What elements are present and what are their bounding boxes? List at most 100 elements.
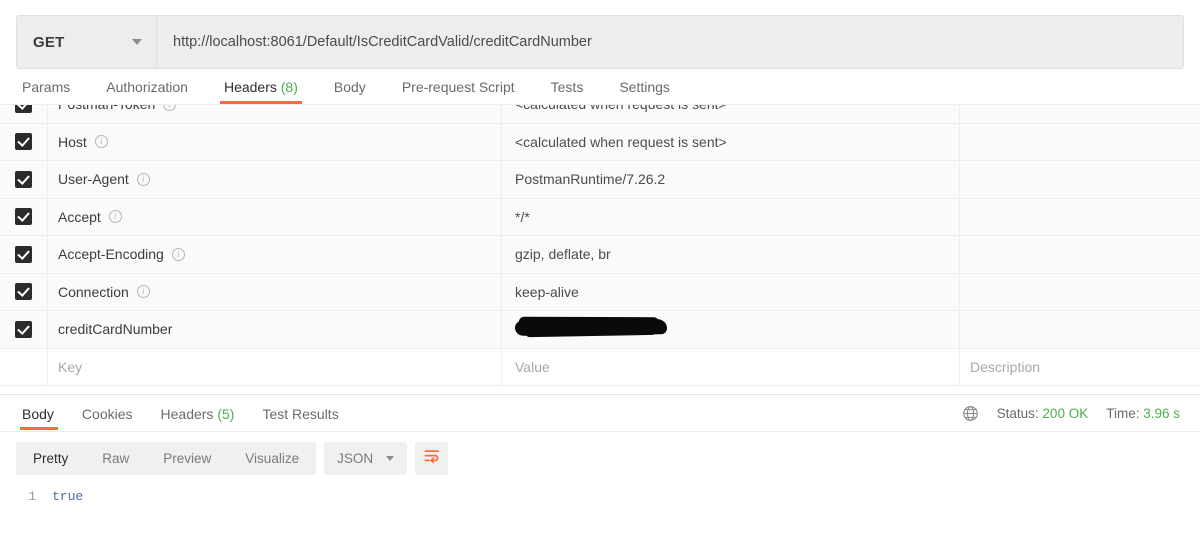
tab-tests-label: Tests [550, 79, 584, 95]
tab-params-label: Params [22, 79, 71, 95]
header-description-cell[interactable] [960, 274, 1200, 311]
checkbox-checked-icon [15, 170, 32, 188]
time-label: Time: [1106, 405, 1140, 421]
response-tabs: Body Cookies Headers (5) Test Results St… [0, 394, 1200, 432]
header-value-cell[interactable]: gzip, deflate, br [502, 236, 960, 273]
chevron-down-icon [132, 39, 142, 45]
table-row[interactable]: Accept i */* [0, 198, 1200, 236]
header-value-cell[interactable]: <calculated when request is sent> [502, 104, 960, 123]
tab-tests[interactable]: Tests [533, 79, 602, 104]
table-row[interactable]: creditCardNumber [0, 311, 1200, 349]
table-row[interactable]: Host i <calculated when request is sent> [0, 123, 1200, 161]
checkbox-checked-icon [15, 283, 32, 301]
response-tab-headers-count: (5) [217, 405, 235, 422]
view-raw-button[interactable]: Raw [85, 442, 146, 475]
response-body-content: true [52, 489, 84, 504]
key-column-placeholder: Key [58, 358, 83, 375]
new-header-value-input[interactable]: Value [502, 348, 960, 385]
tab-pre-request-script-label: Pre-request Script [401, 79, 515, 95]
response-tab-cookies-label: Cookies [81, 405, 133, 422]
response-tab-headers-label: Headers [160, 405, 214, 422]
response-tab-body[interactable]: Body [16, 397, 68, 430]
globe-icon[interactable] [962, 405, 979, 422]
headers-table-scroll-area[interactable]: Postman-Token i <calculated when request… [0, 104, 1200, 386]
header-key-cell[interactable]: Connection i [48, 273, 502, 310]
response-body-toolbar: Pretty Raw Preview Visualize JSON [0, 432, 1200, 475]
value-column-placeholder: Value [515, 358, 550, 375]
tab-params[interactable]: Params [16, 79, 88, 104]
checkbox-checked-icon [15, 133, 32, 151]
info-icon[interactable]: i [171, 247, 185, 261]
table-row[interactable]: Connection i keep-alive [0, 273, 1200, 311]
tab-body[interactable]: Body [316, 79, 384, 104]
header-description-cell[interactable] [960, 199, 1200, 236]
row-enabled-checkbox[interactable] [0, 161, 48, 198]
header-key-cell[interactable]: User-Agent i [48, 161, 502, 198]
response-tab-cookies[interactable]: Cookies [68, 397, 147, 430]
request-url-input[interactable]: http://localhost:8061/Default/IsCreditCa… [156, 15, 1184, 69]
header-key-cell[interactable]: creditCardNumber [48, 311, 502, 348]
header-key-cell[interactable]: Accept i [48, 198, 502, 235]
header-value-cell[interactable] [502, 311, 960, 348]
tab-headers[interactable]: Headers (8) [206, 79, 316, 104]
checkbox-checked-icon [15, 320, 32, 338]
header-value-cell[interactable]: PostmanRuntime/7.26.2 [502, 161, 960, 198]
view-preview-button[interactable]: Preview [146, 442, 228, 475]
header-description-cell[interactable] [960, 236, 1200, 273]
row-enabled-checkbox-placeholder[interactable] [0, 348, 48, 385]
table-row-new-entry[interactable]: Key Value Description [0, 348, 1200, 386]
info-icon[interactable]: i [108, 210, 122, 224]
info-icon[interactable]: i [94, 135, 108, 149]
row-enabled-checkbox[interactable] [0, 123, 48, 160]
header-value-cell[interactable]: */* [502, 198, 960, 235]
response-format-label: JSON [337, 451, 374, 466]
new-header-description-input[interactable]: Description [960, 349, 1200, 386]
response-tab-test-results-label: Test Results [262, 405, 339, 422]
word-wrap-toggle-button[interactable] [415, 442, 449, 475]
header-value-text: PostmanRuntime/7.26.2 [515, 171, 666, 188]
row-enabled-checkbox[interactable] [0, 273, 48, 310]
http-method-label: GET [33, 33, 65, 51]
tab-pre-request-script[interactable]: Pre-request Script [384, 79, 533, 104]
row-enabled-checkbox[interactable] [0, 105, 48, 123]
header-key-text: Host [58, 133, 87, 150]
header-value-cell[interactable]: <calculated when request is sent> [502, 123, 960, 160]
time-value: 3.96 s [1143, 405, 1180, 421]
row-enabled-checkbox[interactable] [0, 236, 48, 273]
table-row[interactable]: User-Agent i PostmanRuntime/7.26.2 [0, 161, 1200, 199]
tab-authorization[interactable]: Authorization [88, 79, 206, 104]
response-tab-test-results[interactable]: Test Results [248, 397, 352, 430]
info-icon[interactable]: i [163, 105, 177, 111]
request-tabs: Params Authorization Headers (8) Body Pr… [0, 70, 1200, 104]
status-badge: 200 OK [1042, 405, 1089, 421]
header-key-cell[interactable]: Host i [48, 123, 502, 160]
header-description-cell[interactable] [960, 161, 1200, 198]
row-enabled-checkbox[interactable] [0, 198, 48, 235]
new-header-key-input[interactable]: Key [48, 348, 502, 385]
table-row[interactable]: Accept-Encoding i gzip, deflate, br [0, 236, 1200, 274]
header-key-text: User-Agent [58, 171, 129, 188]
header-value-text: <calculated when request is sent> [515, 104, 727, 113]
header-description-cell[interactable] [960, 311, 1200, 348]
tab-authorization-label: Authorization [106, 79, 188, 95]
header-description-cell[interactable] [960, 124, 1200, 161]
info-icon[interactable]: i [136, 172, 150, 186]
header-key-cell[interactable]: Accept-Encoding i [48, 236, 502, 273]
response-tab-headers[interactable]: Headers (5) [147, 397, 249, 430]
response-time: Time: 3.96 s [1106, 406, 1180, 421]
view-pretty-button[interactable]: Pretty [16, 442, 85, 475]
response-format-select[interactable]: JSON [324, 442, 408, 475]
row-enabled-checkbox[interactable] [0, 311, 48, 348]
tab-settings[interactable]: Settings [601, 79, 688, 104]
header-description-cell[interactable] [960, 105, 1200, 123]
header-key-text: Accept [58, 208, 101, 225]
response-body-viewer[interactable]: 1 true [0, 475, 1200, 504]
http-method-select[interactable]: GET [16, 15, 156, 69]
view-visualize-button[interactable]: Visualize [228, 442, 316, 475]
checkbox-checked-icon [15, 208, 32, 226]
info-icon[interactable]: i [136, 285, 150, 299]
table-row[interactable]: Postman-Token i <calculated when request… [0, 104, 1200, 124]
header-value-cell[interactable]: keep-alive [502, 273, 960, 310]
response-status: Status: 200 OK [997, 406, 1089, 421]
header-key-cell[interactable]: Postman-Token i [48, 105, 502, 123]
